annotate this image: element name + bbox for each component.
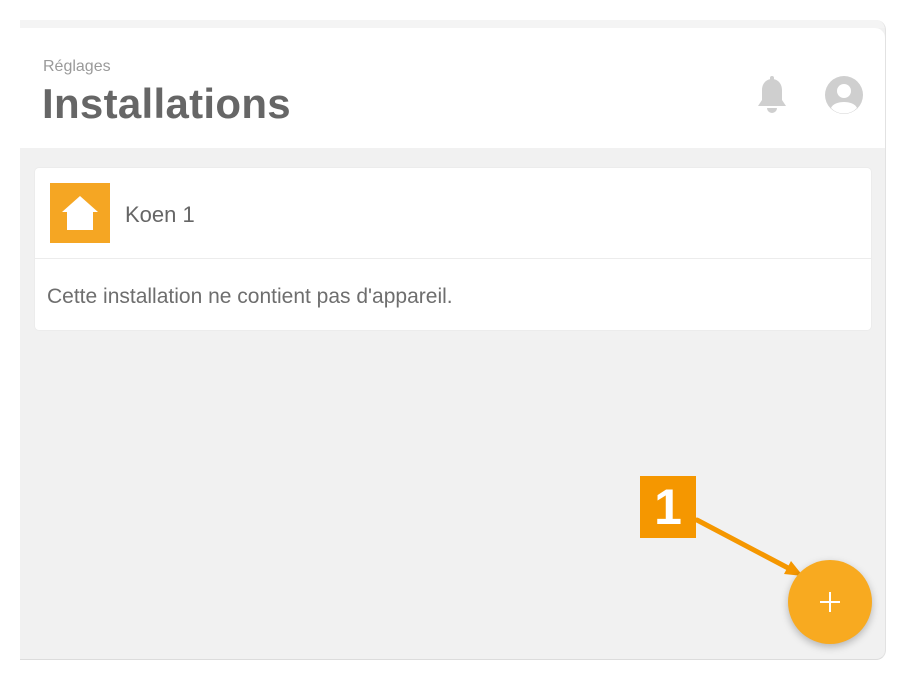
callout-badge: 1 [640,476,696,538]
installation-card-header[interactable]: Koen 1 [35,168,871,259]
installation-name: Koen 1 [125,202,195,227]
plus-icon [820,592,840,612]
installation-card[interactable]: Koen 1 Cette installation ne contient pa… [35,168,871,330]
bell-icon[interactable] [756,76,788,116]
house-icon [50,183,110,243]
page-header: Réglages Installations [20,28,885,148]
top-strip [20,20,885,28]
app-window: Réglages Installations Koen 1 Cette inst… [20,20,886,660]
breadcrumb[interactable]: Réglages [43,58,111,76]
empty-state-message: Cette installation ne contient pas d'app… [47,285,453,308]
page-title: Installations [42,80,291,127]
add-installation-button[interactable] [788,560,872,644]
user-avatar-icon[interactable] [825,76,863,114]
